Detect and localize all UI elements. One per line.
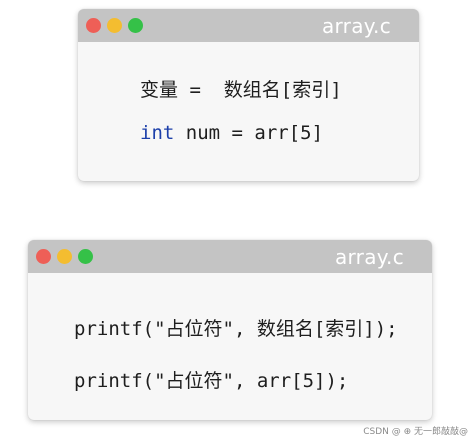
code-token: num = arr[5] [174,122,324,144]
window-titlebar: array.c [78,9,419,42]
minimize-dot-icon[interactable] [107,18,122,33]
window-title: array.c [321,14,391,38]
code-line: printf("占位符", 数组名[索引]); [74,318,398,340]
code-line: int num = arr[5] [140,122,323,144]
window-titlebar: array.c [28,240,432,273]
close-dot-icon[interactable] [86,18,101,33]
maximize-dot-icon[interactable] [128,18,143,33]
keyword-token: int [140,122,175,144]
code-line: 变量 = 数组名[索引] [140,79,342,101]
code-window-2: array.c printf("占位符", 数组名[索引]); printf("… [28,240,432,420]
code-line: printf("占位符", arr[5]); [74,370,349,392]
close-dot-icon[interactable] [36,249,51,264]
maximize-dot-icon[interactable] [78,249,93,264]
watermark: CSDN @ ⊕ 无一郎敲敲@ [363,427,468,437]
window-title: array.c [334,245,404,269]
minimize-dot-icon[interactable] [57,249,72,264]
code-window-1: array.c 变量 = 数组名[索引] int num = arr[5] [78,9,419,181]
